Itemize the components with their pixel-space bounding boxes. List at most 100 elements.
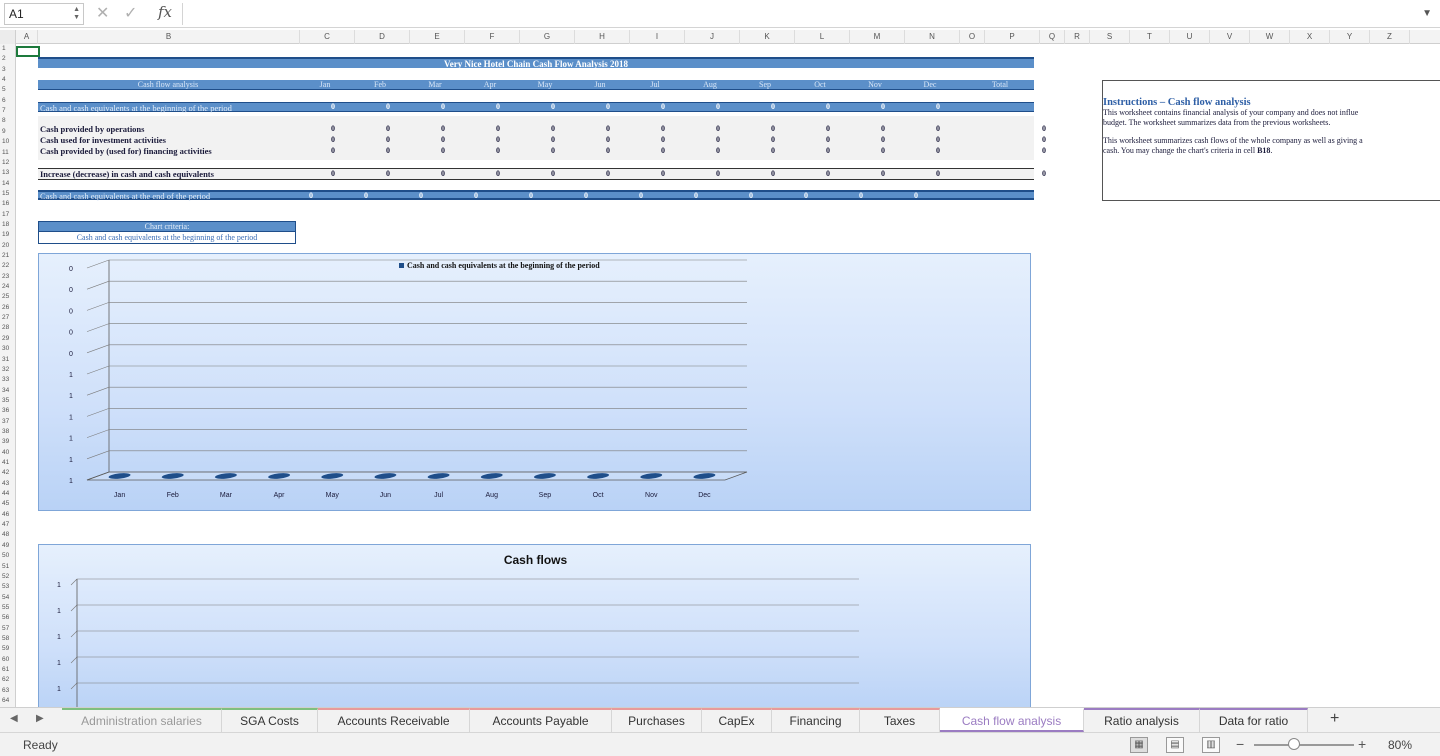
row-header-49[interactable]: 49: [0, 541, 15, 551]
cell-value[interactable]: 0: [315, 135, 335, 145]
cell-value[interactable]: 0: [535, 135, 555, 145]
column-header-u[interactable]: U: [1170, 30, 1210, 44]
cell-value[interactable]: 0: [480, 146, 500, 156]
column-header-q[interactable]: Q: [1040, 30, 1065, 44]
column-header-k[interactable]: K: [740, 30, 795, 44]
column-header-a[interactable]: A: [16, 30, 38, 44]
row-header-37[interactable]: 37: [0, 417, 15, 427]
cell-value[interactable]: 0: [348, 191, 368, 201]
row-header-2[interactable]: 2: [0, 54, 15, 64]
name-box[interactable]: A1 ▲ ▼: [4, 3, 84, 25]
cell-value[interactable]: 0: [810, 102, 830, 112]
cell-value[interactable]: 0: [645, 135, 665, 145]
column-header-c[interactable]: C: [300, 30, 355, 44]
cell-value[interactable]: 0: [370, 135, 390, 145]
cell-value[interactable]: 0: [513, 191, 533, 201]
column-header-w[interactable]: W: [1250, 30, 1290, 44]
row-header-30[interactable]: 30: [0, 344, 15, 354]
normal-view-icon[interactable]: ▦: [1130, 737, 1148, 753]
cell-value[interactable]: 0: [810, 135, 830, 145]
row-header-60[interactable]: 60: [0, 655, 15, 665]
row-header-10[interactable]: 10: [0, 137, 15, 147]
cell-value[interactable]: 0: [678, 191, 698, 201]
cell-value[interactable]: 0: [865, 135, 885, 145]
row-header-12[interactable]: 12: [0, 158, 15, 168]
row-header-41[interactable]: 41: [0, 458, 15, 468]
cell-value[interactable]: 0: [700, 124, 720, 134]
close-icon[interactable]: ✕: [96, 4, 109, 24]
cell-value[interactable]: 0: [920, 135, 940, 145]
cell-total[interactable]: 0: [1026, 191, 1046, 201]
cell-value[interactable]: 0: [425, 146, 445, 156]
row-header-18[interactable]: 18: [0, 220, 15, 230]
cell-value[interactable]: 0: [568, 191, 588, 201]
cell-value[interactable]: 0: [315, 169, 335, 179]
zoom-level[interactable]: 80%: [1388, 738, 1412, 752]
cell-value[interactable]: 0: [590, 102, 610, 112]
select-all-corner[interactable]: [0, 30, 16, 44]
cell-value[interactable]: 0: [535, 124, 555, 134]
cell-value[interactable]: 0: [425, 102, 445, 112]
row-header-36[interactable]: 36: [0, 406, 15, 416]
cell-value[interactable]: 0: [645, 124, 665, 134]
row-header-43[interactable]: 43: [0, 479, 15, 489]
tab-ratio-analysis[interactable]: Ratio analysis: [1084, 708, 1200, 732]
zoom-slider[interactable]: [1254, 744, 1354, 746]
cell-value[interactable]: 0: [700, 102, 720, 112]
page-break-view-icon[interactable]: ▥: [1202, 737, 1220, 753]
cell-value[interactable]: 0: [898, 191, 918, 201]
column-header-g[interactable]: G: [520, 30, 575, 44]
row-header-24[interactable]: 24: [0, 282, 15, 292]
cell-value[interactable]: 0: [645, 102, 665, 112]
row-header-9[interactable]: 9: [0, 127, 15, 137]
tab-administration-salaries[interactable]: Administration salaries: [62, 708, 222, 732]
cell-value[interactable]: 0: [315, 124, 335, 134]
tab-accounts-payable[interactable]: Accounts Payable: [470, 708, 612, 732]
row-header-44[interactable]: 44: [0, 489, 15, 499]
cell-value[interactable]: 0: [293, 191, 313, 201]
chart-criteria-value[interactable]: Cash and cash equivalents at the beginni…: [38, 232, 296, 244]
cell-total[interactable]: 0: [1026, 124, 1046, 134]
tab-cash-flow-analysis[interactable]: Cash flow analysis: [940, 708, 1084, 732]
row-header-61[interactable]: 61: [0, 665, 15, 675]
row-header-8[interactable]: 8: [0, 116, 15, 126]
tab-accounts-receivable[interactable]: Accounts Receivable: [318, 708, 470, 732]
page-layout-view-icon[interactable]: ▤: [1166, 737, 1184, 753]
cell-value[interactable]: 0: [755, 124, 775, 134]
cell-value[interactable]: 0: [590, 135, 610, 145]
cell-value[interactable]: 0: [458, 191, 478, 201]
cell-value[interactable]: 0: [535, 102, 555, 112]
row-header-51[interactable]: 51: [0, 562, 15, 572]
cell-value[interactable]: 0: [700, 146, 720, 156]
row-header-15[interactable]: 15: [0, 189, 15, 199]
column-header-r[interactable]: R: [1065, 30, 1090, 44]
cell-value[interactable]: 0: [425, 124, 445, 134]
column-header-p[interactable]: P: [985, 30, 1040, 44]
cell-value[interactable]: 0: [425, 135, 445, 145]
cell-value[interactable]: 0: [480, 135, 500, 145]
row-header-27[interactable]: 27: [0, 313, 15, 323]
tab-scroll-right-icon[interactable]: ▶: [36, 713, 44, 724]
cell-value[interactable]: 0: [370, 102, 390, 112]
row-header-54[interactable]: 54: [0, 593, 15, 603]
row-header-19[interactable]: 19: [0, 230, 15, 240]
column-header-o[interactable]: O: [960, 30, 985, 44]
cell-value[interactable]: 0: [810, 124, 830, 134]
row-header-55[interactable]: 55: [0, 603, 15, 613]
worksheet-grid[interactable]: Very Nice Hotel Chain Cash Flow Analysis…: [16, 44, 1440, 707]
cell-value[interactable]: 0: [645, 146, 665, 156]
row-header-59[interactable]: 59: [0, 644, 15, 654]
cell-value[interactable]: 0: [370, 124, 390, 134]
row-header-48[interactable]: 48: [0, 530, 15, 540]
cell-value[interactable]: 0: [865, 146, 885, 156]
column-header-l[interactable]: L: [795, 30, 850, 44]
cell-value[interactable]: 0: [590, 124, 610, 134]
row-header-11[interactable]: 11: [0, 148, 15, 158]
fx-icon[interactable]: fx: [158, 3, 172, 21]
tab-financing[interactable]: Financing: [772, 708, 860, 732]
cell-value[interactable]: 0: [755, 146, 775, 156]
zoom-out-button[interactable]: −: [1236, 736, 1244, 752]
cell-value[interactable]: 0: [755, 135, 775, 145]
row-header-46[interactable]: 46: [0, 510, 15, 520]
row-header-40[interactable]: 40: [0, 448, 15, 458]
